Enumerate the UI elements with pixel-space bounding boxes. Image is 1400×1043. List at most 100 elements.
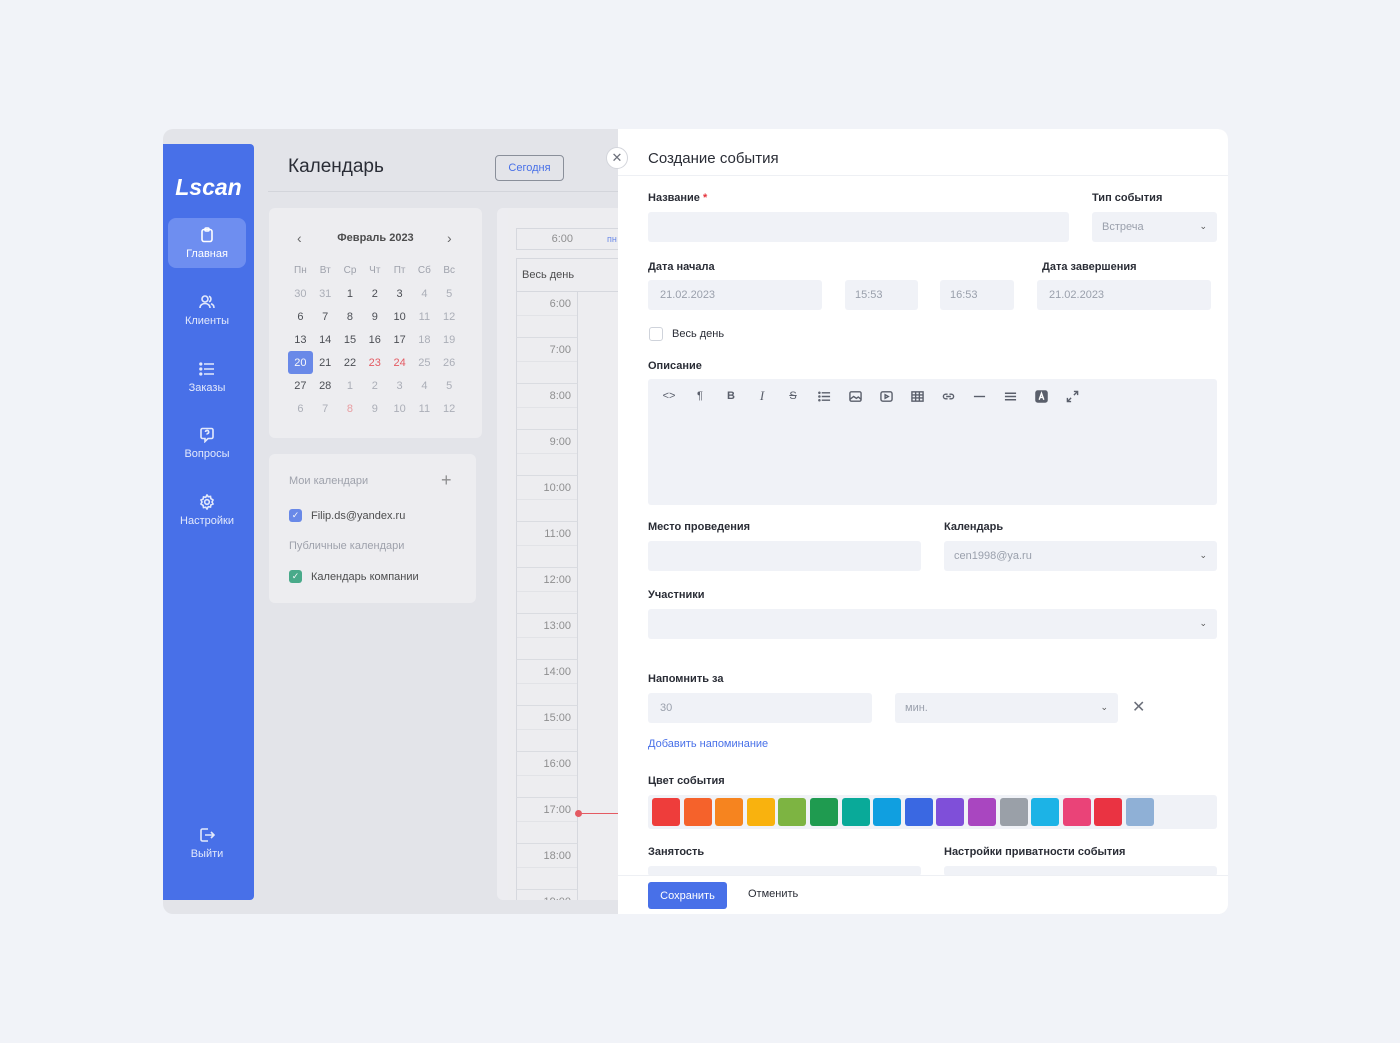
end-time-input[interactable]: 16:53 bbox=[940, 280, 1014, 310]
calendar-day-holiday[interactable]: 8 bbox=[338, 397, 363, 420]
text-color-icon[interactable] bbox=[1032, 387, 1050, 405]
color-swatch[interactable] bbox=[778, 798, 807, 826]
color-swatch[interactable] bbox=[746, 798, 775, 826]
color-swatch[interactable] bbox=[1062, 798, 1091, 826]
calendar-day[interactable]: 30 bbox=[288, 282, 313, 305]
bullet-list-icon[interactable] bbox=[815, 387, 833, 405]
video-icon[interactable] bbox=[877, 387, 895, 405]
link-icon[interactable] bbox=[939, 387, 957, 405]
calendar-day[interactable]: 3 bbox=[387, 282, 412, 305]
calendar-day[interactable]: 22 bbox=[338, 351, 363, 374]
color-swatch[interactable] bbox=[809, 798, 838, 826]
calendar-day[interactable]: 6 bbox=[288, 397, 313, 420]
color-swatch[interactable] bbox=[1125, 798, 1154, 826]
image-icon[interactable] bbox=[846, 387, 864, 405]
calendar-day-holiday[interactable]: 23 bbox=[362, 351, 387, 374]
remind-input[interactable]: 30 bbox=[648, 693, 872, 723]
plus-icon[interactable]: + bbox=[441, 470, 452, 491]
align-icon[interactable] bbox=[1001, 387, 1019, 405]
calendar-day[interactable]: 15 bbox=[338, 328, 363, 351]
close-icon[interactable]: ✕ bbox=[606, 147, 628, 169]
color-swatch[interactable] bbox=[936, 798, 965, 826]
sidebar-item-home[interactable]: Главная bbox=[168, 218, 246, 268]
color-swatch[interactable] bbox=[652, 798, 680, 826]
calendar-day[interactable]: 28 bbox=[313, 374, 338, 397]
calendar-day[interactable]: 9 bbox=[362, 305, 387, 328]
calendar-day[interactable]: 7 bbox=[313, 305, 338, 328]
name-input[interactable] bbox=[648, 212, 1069, 242]
calendar-day[interactable]: 1 bbox=[338, 374, 363, 397]
calendar-day[interactable]: 17 bbox=[387, 328, 412, 351]
calendar-day[interactable]: 26 bbox=[437, 351, 462, 374]
checkbox-checked[interactable]: ✓ bbox=[289, 570, 302, 583]
horizontal-rule-icon[interactable] bbox=[970, 387, 988, 405]
calendar-day[interactable]: 10 bbox=[387, 305, 412, 328]
calendar-day[interactable]: 14 bbox=[313, 328, 338, 351]
calendar-day[interactable]: 2 bbox=[362, 374, 387, 397]
today-button[interactable]: Сегодня bbox=[495, 155, 564, 181]
calendar-day[interactable]: 6 bbox=[288, 305, 313, 328]
calendar-checkbox-row[interactable]: ✓ Filip.ds@yandex.ru bbox=[289, 509, 405, 522]
color-swatch[interactable] bbox=[1094, 798, 1123, 826]
calendar-day[interactable]: 3 bbox=[387, 374, 412, 397]
italic-icon[interactable]: I bbox=[753, 387, 771, 405]
save-button[interactable]: Сохранить bbox=[648, 882, 727, 909]
remind-unit-select[interactable]: мин. ⌄ bbox=[895, 693, 1118, 723]
calendar-day[interactable]: 27 bbox=[288, 374, 313, 397]
color-swatch[interactable] bbox=[841, 798, 870, 826]
participants-select[interactable]: ⌄ bbox=[648, 609, 1217, 639]
calendar-day[interactable]: 19 bbox=[437, 328, 462, 351]
calendar-day[interactable]: 11 bbox=[412, 397, 437, 420]
calendar-day[interactable]: 12 bbox=[437, 397, 462, 420]
sidebar-item-questions[interactable]: Вопросы bbox=[168, 418, 246, 468]
calendar-day[interactable]: 2 bbox=[362, 282, 387, 305]
color-swatch[interactable] bbox=[999, 798, 1028, 826]
calendar-day[interactable]: 5 bbox=[437, 374, 462, 397]
calendar-day[interactable]: 7 bbox=[313, 397, 338, 420]
sidebar-item-settings[interactable]: Настройки bbox=[168, 485, 246, 535]
calendar-day[interactable]: 16 bbox=[362, 328, 387, 351]
bold-icon[interactable]: B bbox=[722, 387, 740, 405]
color-swatch[interactable] bbox=[873, 798, 902, 826]
calendar-day-holiday[interactable]: 24 bbox=[387, 351, 412, 374]
calendar-select[interactable]: cen1998@ya.ru ⌄ bbox=[944, 541, 1217, 571]
fullscreen-icon[interactable] bbox=[1063, 387, 1081, 405]
logout-button[interactable]: Выйти bbox=[168, 818, 246, 868]
calendar-day[interactable]: 4 bbox=[412, 374, 437, 397]
checkbox-checked[interactable]: ✓ bbox=[289, 509, 302, 522]
paragraph-icon[interactable]: ¶ bbox=[691, 387, 709, 405]
calendar-day[interactable]: 21 bbox=[313, 351, 338, 374]
calendar-day[interactable]: 13 bbox=[288, 328, 313, 351]
add-reminder-link[interactable]: Добавить напоминание bbox=[648, 738, 768, 750]
calendar-day[interactable]: 31 bbox=[313, 282, 338, 305]
event-type-select[interactable]: Встреча ⌄ bbox=[1092, 212, 1217, 242]
cancel-button[interactable]: Отменить bbox=[748, 888, 798, 900]
start-time-input[interactable]: 15:53 bbox=[845, 280, 918, 310]
calendar-day[interactable]: 4 bbox=[412, 282, 437, 305]
calendar-day[interactable]: 5 bbox=[437, 282, 462, 305]
sidebar-item-clients[interactable]: Клиенты bbox=[168, 285, 246, 335]
table-icon[interactable] bbox=[908, 387, 926, 405]
color-swatch[interactable] bbox=[1031, 798, 1060, 826]
calendar-day[interactable]: 11 bbox=[412, 305, 437, 328]
start-date-input[interactable]: 21.02.2023 bbox=[648, 280, 822, 310]
description-editor[interactable]: <> ¶ B I S bbox=[648, 379, 1217, 505]
all-day-checkbox[interactable] bbox=[649, 327, 663, 341]
calendar-day-selected[interactable]: 20 bbox=[288, 351, 313, 374]
color-swatch[interactable] bbox=[904, 798, 933, 826]
calendar-day[interactable]: 9 bbox=[362, 397, 387, 420]
calendar-day[interactable]: 8 bbox=[338, 305, 363, 328]
code-icon[interactable]: <> bbox=[660, 387, 678, 405]
color-swatch[interactable] bbox=[967, 798, 996, 826]
color-swatch[interactable] bbox=[683, 798, 712, 826]
sidebar-item-orders[interactable]: Заказы bbox=[168, 352, 246, 402]
place-input[interactable] bbox=[648, 541, 921, 571]
calendar-checkbox-row[interactable]: ✓ Календарь компании bbox=[289, 570, 419, 583]
strikethrough-icon[interactable]: S bbox=[784, 387, 802, 405]
end-date-input[interactable]: 21.02.2023 bbox=[1037, 280, 1211, 310]
calendar-day[interactable]: 25 bbox=[412, 351, 437, 374]
color-swatch[interactable] bbox=[715, 798, 744, 826]
calendar-day[interactable]: 10 bbox=[387, 397, 412, 420]
calendar-day[interactable]: 1 bbox=[338, 282, 363, 305]
chevron-right-icon[interactable]: › bbox=[447, 230, 452, 246]
